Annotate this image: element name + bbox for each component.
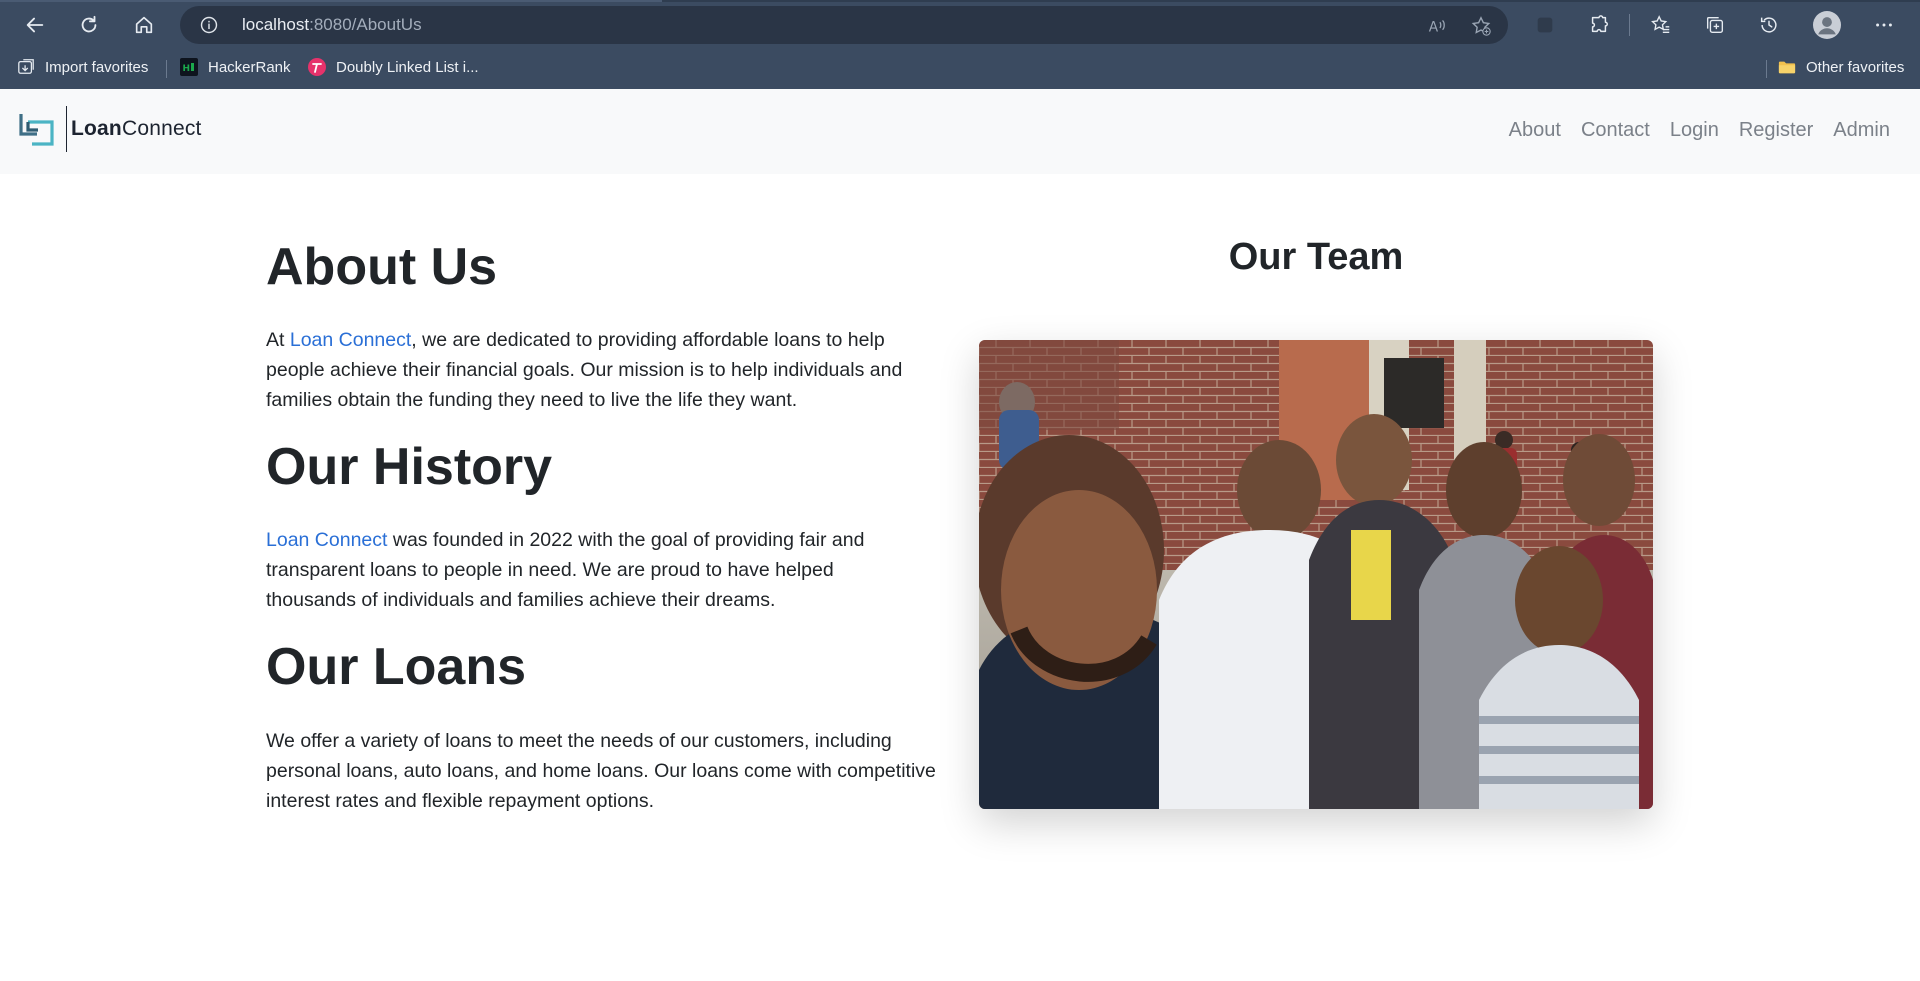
address-bar[interactable]: localhost:8080/AboutUs A	[180, 6, 1508, 44]
team-heading: Our Team	[1228, 236, 1404, 278]
settings-more-button[interactable]	[1869, 10, 1899, 40]
url-host: localhost	[242, 15, 310, 34]
refresh-button[interactable]	[73, 9, 105, 41]
puzzle-icon	[1591, 15, 1608, 33]
history-heading: Our History	[266, 438, 553, 496]
import-icon	[17, 58, 35, 76]
svg-text:A: A	[1429, 20, 1439, 36]
bookmark-import-favorites[interactable]: Import favorites	[17, 56, 148, 78]
loanconnect-logo-icon	[19, 114, 54, 146]
bookmark-doubly-linked-list[interactable]: Doubly Linked List i...	[308, 56, 479, 78]
back-button[interactable]	[19, 9, 51, 41]
site-navbar: LoanConnect About Contact Login Register…	[0, 89, 1920, 174]
brand-name: LoanConnect	[71, 117, 202, 141]
bookmark-divider	[1766, 60, 1767, 78]
favorites-button[interactable]	[1646, 10, 1676, 40]
history-clock-icon	[1760, 17, 1777, 33]
nav-link-admin[interactable]: Admin	[1833, 119, 1890, 142]
collections-button[interactable]	[1700, 10, 1730, 40]
bookmark-label: Import favorites	[45, 58, 149, 76]
loans-heading: Our Loans	[266, 638, 527, 696]
favorites-star-icon	[1651, 15, 1670, 34]
blank-extension-icon	[1537, 17, 1553, 33]
about-heading: About Us	[266, 238, 498, 296]
loan-connect-link[interactable]: Loan Connect	[290, 329, 411, 351]
team-photo	[979, 340, 1653, 809]
extensions-button[interactable]	[1584, 10, 1614, 40]
about-text-start: At	[266, 329, 290, 351]
svg-text:H: H	[183, 64, 191, 74]
extension-dark-icon[interactable]	[1530, 10, 1560, 40]
toolbar-divider	[1629, 14, 1630, 36]
url-text[interactable]: localhost:8080/AboutUs	[242, 15, 422, 35]
loans-paragraph: We offer a variety of loans to meet the …	[266, 730, 936, 812]
bookmark-other-favorites[interactable]: Other favorites	[1778, 56, 1904, 78]
nav-link-about[interactable]: About	[1509, 119, 1561, 142]
about-paragraph: At Loan Connect, we are dedicated to pro…	[266, 325, 936, 415]
history-button[interactable]	[1754, 10, 1784, 40]
bookmark-divider	[166, 60, 167, 78]
avatar-icon	[1813, 11, 1841, 39]
more-dots-icon	[1876, 23, 1892, 27]
url-path: :8080/AboutUs	[309, 15, 422, 34]
bookmark-hackerrank[interactable]: H HackerRank	[180, 56, 291, 78]
collections-icon	[1706, 16, 1724, 34]
folder-icon	[1778, 58, 1796, 76]
add-favorite-icon[interactable]	[1470, 15, 1492, 37]
brand-name-rest: Connect	[121, 117, 202, 140]
nav-link-register[interactable]: Register	[1739, 119, 1813, 142]
read-aloud-icon[interactable]: A	[1426, 15, 1448, 37]
bookmarks-bar: Import favorites H HackerRank Doubly Lin…	[0, 50, 1920, 84]
loan-connect-link[interactable]: Loan Connect	[266, 529, 387, 551]
tab-strip-edge	[0, 0, 1920, 2]
brand-logo[interactable]: LoanConnect	[18, 106, 202, 152]
bookmark-label: Other favorites	[1806, 58, 1905, 76]
bookmark-label: Doubly Linked List i...	[336, 58, 479, 76]
brand-divider	[66, 106, 67, 152]
hackerrank-icon: H	[180, 58, 198, 76]
nav-link-login[interactable]: Login	[1670, 119, 1719, 142]
nav-link-contact[interactable]: Contact	[1581, 119, 1650, 142]
brand-name-bold: Loan	[71, 117, 122, 140]
home-icon	[135, 16, 153, 34]
back-arrow-icon	[26, 17, 44, 33]
browser-chrome: localhost:8080/AboutUs A Import favorite…	[0, 0, 1920, 89]
tab-favicon-icon	[308, 58, 326, 76]
refresh-icon	[81, 15, 97, 33]
bookmark-label: HackerRank	[208, 58, 291, 76]
home-button[interactable]	[128, 9, 160, 41]
profile-button[interactable]	[1812, 10, 1842, 40]
site-info-icon[interactable]	[200, 16, 218, 34]
team-group-photo-image	[979, 340, 1653, 809]
history-paragraph: Loan Connect was founded in 2022 with th…	[266, 525, 906, 615]
nav-links: About Contact Login Register Admin	[1489, 119, 1890, 142]
